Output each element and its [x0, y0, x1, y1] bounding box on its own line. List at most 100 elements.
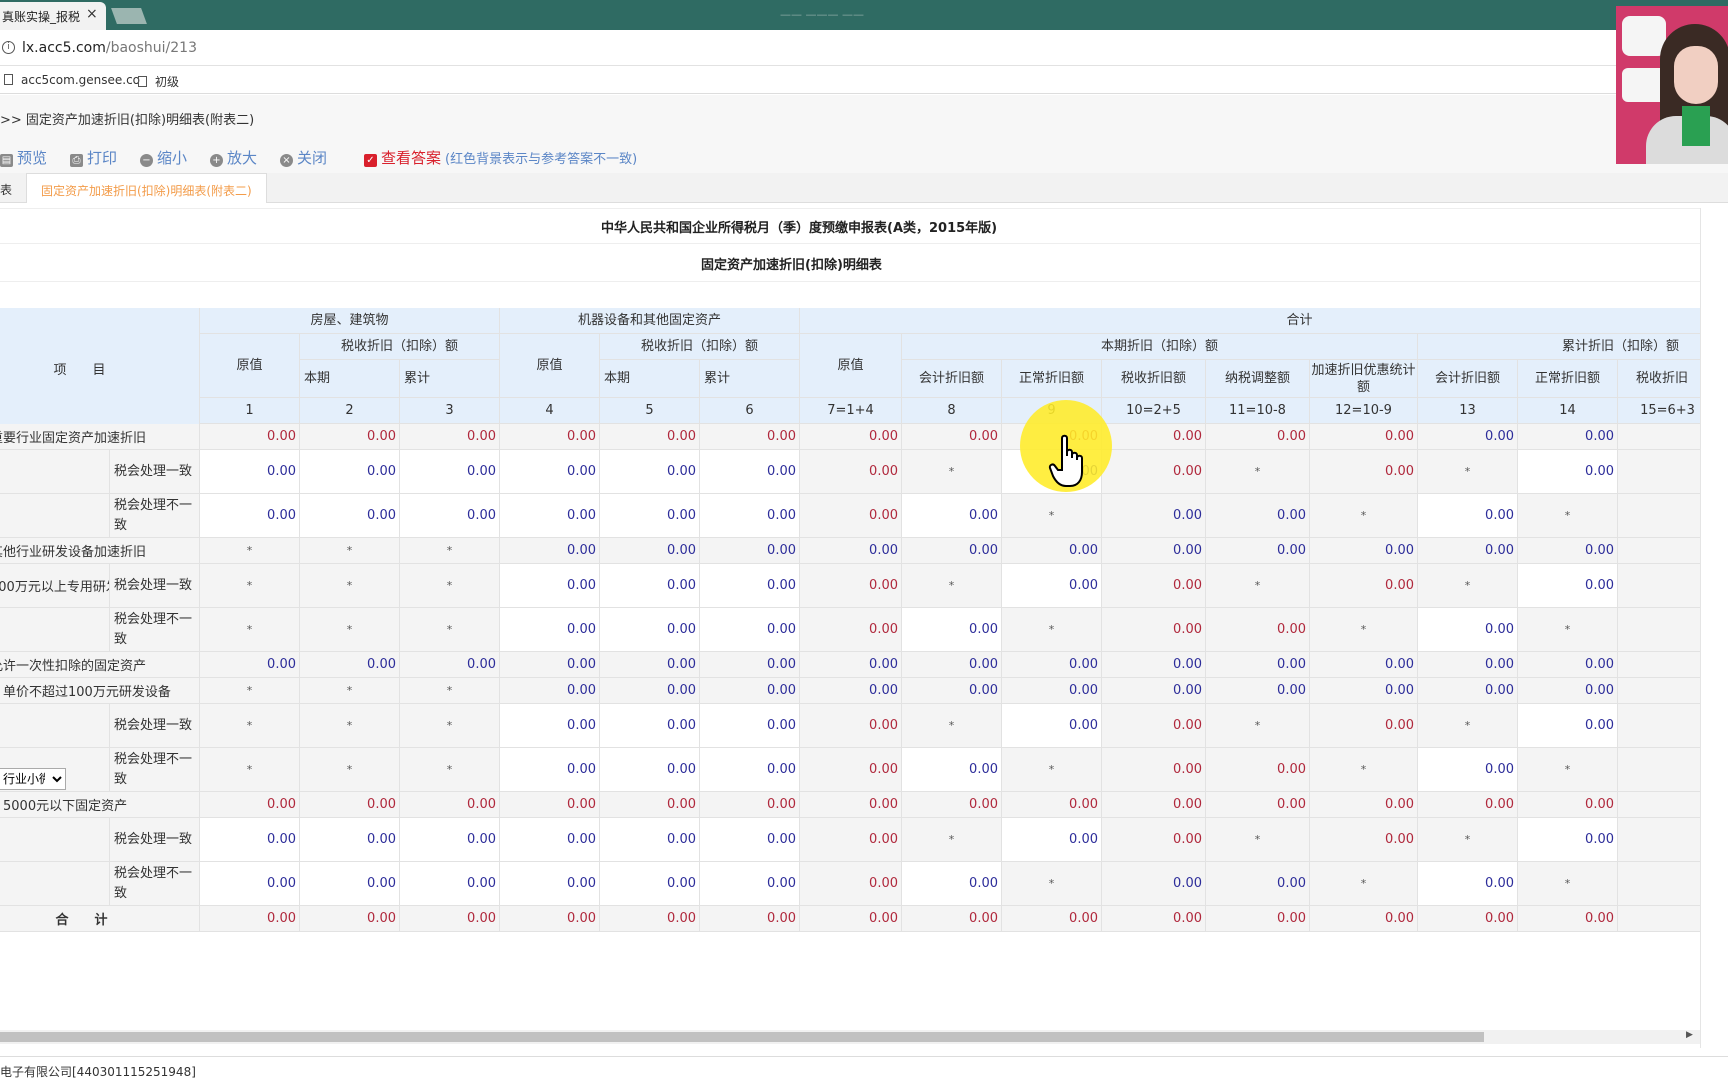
- table-input-cell[interactable]: 0.00: [1518, 450, 1618, 494]
- table-input-cell[interactable]: 0.00: [500, 748, 600, 792]
- table-cell: 0.00: [600, 792, 700, 818]
- table-input-cell[interactable]: 0.00: [1418, 862, 1518, 906]
- table-input-cell[interactable]: 0.00: [1518, 818, 1618, 862]
- site-info-icon[interactable]: i: [2, 41, 15, 54]
- table-input-cell[interactable]: 0.00: [700, 450, 800, 494]
- new-tab-button[interactable]: [111, 8, 147, 24]
- table-input-cell[interactable]: 0.00: [500, 704, 600, 748]
- table-cell: 0: [1618, 792, 1700, 818]
- table-input-cell[interactable]: 0.00: [200, 862, 300, 906]
- table-input-cell[interactable]: 0.00: [1002, 704, 1102, 748]
- browser-tab-active[interactable]: 真账实操_报税 ×: [0, 2, 106, 30]
- table-input-cell[interactable]: 0.00: [700, 564, 800, 608]
- table-input-cell[interactable]: 0.00: [902, 608, 1002, 652]
- close-button[interactable]: × 关闭: [280, 147, 327, 168]
- table-input-cell[interactable]: 0.00: [600, 450, 700, 494]
- row-group-label: *: [0, 818, 110, 862]
- table-input-cell[interactable]: 0.00: [700, 748, 800, 792]
- table-cell: 0: [1618, 564, 1700, 608]
- table-input-cell[interactable]: 0.00: [600, 564, 700, 608]
- table-input-cell[interactable]: 0.00: [1418, 748, 1518, 792]
- table-input-cell[interactable]: 0.00: [400, 494, 500, 538]
- table-input-cell[interactable]: 0.00: [1418, 494, 1518, 538]
- table-input-cell[interactable]: 0.00: [700, 818, 800, 862]
- tab-accelerated-depreciation[interactable]: 固定资产加速折旧(扣除)明细表(附表二): [26, 173, 267, 203]
- table-input-cell[interactable]: 0.00: [700, 862, 800, 906]
- row-group-label: [0, 862, 110, 906]
- table-input-cell[interactable]: 0.00: [300, 862, 400, 906]
- table-input-cell[interactable]: 0.00: [1002, 818, 1102, 862]
- address-bar[interactable]: i lx.acc5.com/baoshui/213: [0, 30, 1728, 66]
- print-button[interactable]: ⎙ 打印: [70, 147, 117, 168]
- row-label: 三、允许一次性扣除的固定资产: [0, 652, 200, 678]
- table-cell: 0.00: [800, 608, 902, 652]
- table-input-cell[interactable]: 0.00: [700, 608, 800, 652]
- table-input-cell[interactable]: 0.00: [300, 494, 400, 538]
- table-input-cell[interactable]: 0.00: [400, 818, 500, 862]
- company-label: 电子有限公司[440301115251948]: [0, 1065, 196, 1079]
- horizontal-scroll-thumb[interactable]: [0, 1032, 1484, 1042]
- table-input-cell[interactable]: 0.00: [600, 608, 700, 652]
- table-input-cell[interactable]: 0.00: [902, 862, 1002, 906]
- table-cell: 0.00: [500, 792, 600, 818]
- table-input-cell[interactable]: 0.00: [700, 704, 800, 748]
- column-number: 14: [1518, 398, 1618, 424]
- table-input-cell[interactable]: 0.00: [902, 748, 1002, 792]
- preview-button[interactable]: ▤ 预览: [0, 147, 47, 168]
- tab-previous[interactable]: 表: [0, 181, 12, 198]
- table-cell: 0.00: [1518, 678, 1618, 704]
- column-number: 4: [500, 398, 600, 424]
- table-input-cell[interactable]: 0.00: [300, 818, 400, 862]
- table-input-cell[interactable]: 0.00: [400, 450, 500, 494]
- table-input-cell[interactable]: 0.00: [1002, 564, 1102, 608]
- scroll-right-icon[interactable]: ▶: [1686, 1030, 1693, 1040]
- table-cell: *: [1418, 818, 1518, 862]
- table-cell: *: [1206, 818, 1310, 862]
- bookmark-item[interactable]: 初级: [138, 73, 179, 90]
- table-cell: 0.00: [1102, 608, 1206, 652]
- table-input-cell[interactable]: 0.00: [500, 862, 600, 906]
- close-tab-icon[interactable]: ×: [86, 6, 98, 22]
- table-input-cell[interactable]: 0.00: [500, 818, 600, 862]
- table-cell: 0.00: [902, 538, 1002, 564]
- table-input-cell[interactable]: 0.00: [902, 494, 1002, 538]
- table-cell: *: [902, 818, 1002, 862]
- bookmark-item[interactable]: acc5com.gensee.co: [4, 73, 140, 87]
- table-cell: *: [300, 538, 400, 564]
- url-text[interactable]: lx.acc5.com/baoshui/213: [22, 40, 197, 56]
- header-acct-dep: 会计折旧额: [902, 360, 1002, 398]
- check-answer-checkbox[interactable]: ✓ 查看答案 (红色背景表示与参考答案不一致): [364, 147, 637, 168]
- zoom-in-button[interactable]: + 放大: [210, 147, 257, 168]
- table-input-cell[interactable]: 0.00: [200, 450, 300, 494]
- table-input-cell[interactable]: 0.00: [600, 818, 700, 862]
- table-input-cell[interactable]: 0.00: [400, 862, 500, 906]
- table-input-cell[interactable]: 0.00: [1518, 704, 1618, 748]
- table-input-cell[interactable]: 0.00: [600, 862, 700, 906]
- table-cell: *: [300, 564, 400, 608]
- table-input-cell[interactable]: 0.00: [500, 450, 600, 494]
- column-number: 10=2+5: [1102, 398, 1206, 424]
- table-cell: *: [1310, 748, 1418, 792]
- table-input-cell[interactable]: 0.00: [500, 608, 600, 652]
- table-input-cell[interactable]: 0.00: [1518, 564, 1618, 608]
- table-input-cell[interactable]: 0.00: [600, 494, 700, 538]
- row-label: 一、重要行业固定资产加速折旧: [0, 424, 200, 450]
- table-input-cell[interactable]: 0.00: [1418, 608, 1518, 652]
- table-cell: 0.00: [500, 538, 600, 564]
- table-input-cell[interactable]: 0.00: [700, 494, 800, 538]
- table-input-cell[interactable]: 0.00: [300, 450, 400, 494]
- table-input-cell[interactable]: 0.00: [600, 704, 700, 748]
- header-cumulative-2: 累计: [700, 360, 800, 398]
- horizontal-scrollbar[interactable]: ▶: [0, 1030, 1700, 1044]
- header-total: 合计: [800, 308, 1700, 334]
- table-input-cell[interactable]: 0.00: [600, 748, 700, 792]
- table-input-cell[interactable]: 0.00: [200, 494, 300, 538]
- table-input-cell[interactable]: 0.00: [500, 494, 600, 538]
- table-cell: 0.00: [1206, 424, 1310, 450]
- table-input-cell[interactable]: 0.00: [200, 818, 300, 862]
- vertical-scrollbar[interactable]: [1700, 208, 1728, 1048]
- table-input-cell[interactable]: 0.00: [500, 564, 600, 608]
- table-cell: 0.00: [1102, 748, 1206, 792]
- industry-select[interactable]: 行业小微: [0, 768, 66, 790]
- zoom-out-button[interactable]: − 缩小: [140, 147, 187, 168]
